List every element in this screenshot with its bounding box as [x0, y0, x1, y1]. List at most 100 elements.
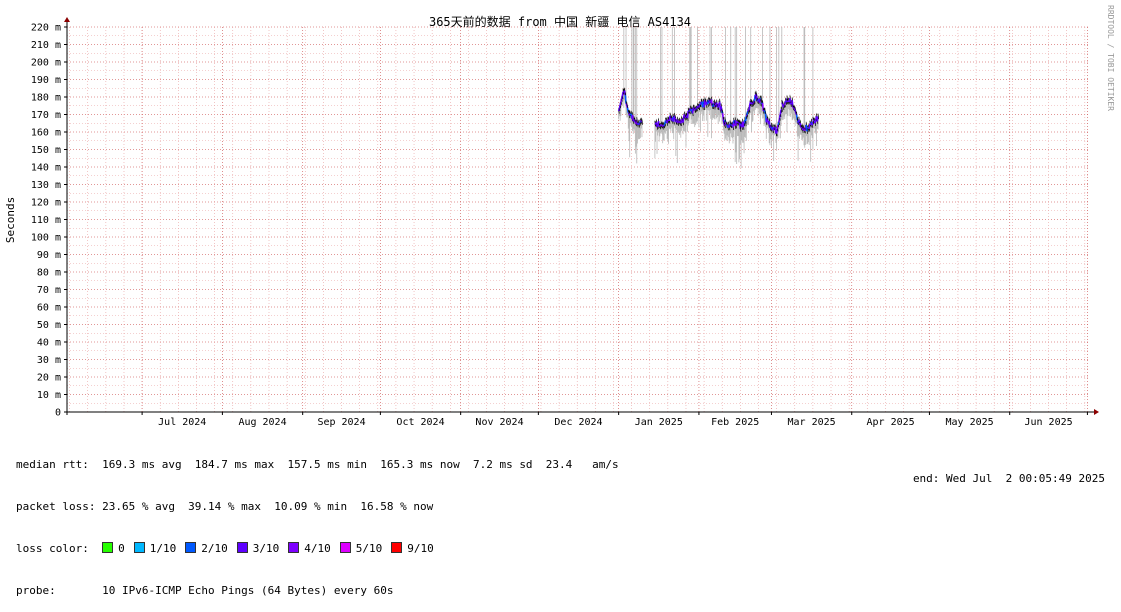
grid — [67, 27, 1090, 412]
y-tick-label: 130 m — [31, 180, 61, 191]
x-tick-label: Mar 2025 — [788, 417, 836, 428]
loss-color-item: 3/10 — [237, 542, 280, 555]
loss-color-items: 0 1/10 2/10 3/10 4/10 5/10 9/10 — [102, 542, 443, 555]
y-tick-label: 110 m — [31, 215, 61, 226]
x-tick-label: May 2025 — [945, 417, 993, 428]
loss-color-swatch — [102, 542, 113, 553]
median-rtt-segment — [807, 129, 808, 131]
median-rtt-segment — [714, 102, 715, 103]
y-tick-label: 70 m — [37, 285, 61, 296]
loss-color-swatch-label: 4/10 — [304, 542, 331, 555]
median-rtt-segment — [777, 129, 778, 134]
loss-color-swatch-label: 5/10 — [356, 542, 383, 555]
median-rtt-segment — [695, 109, 696, 110]
y-tick-label: 140 m — [31, 163, 61, 174]
median-rtt-segment — [760, 99, 761, 103]
median-rtt-segment — [622, 96, 623, 99]
y-tick-label: 220 m — [31, 23, 61, 34]
loss-color-swatch — [237, 542, 248, 553]
y-tick-label: 150 m — [31, 145, 61, 156]
median-rtt-segment — [805, 128, 806, 131]
y-tick-label: 160 m — [31, 128, 61, 139]
y-tick-label: 100 m — [31, 233, 61, 244]
loss-color-swatch-label: 1/10 — [150, 542, 177, 555]
y-tick-label: 210 m — [31, 40, 61, 51]
median-rtt-segment — [678, 122, 679, 123]
loss-color-swatch — [134, 542, 145, 553]
median-rtt-segment — [761, 103, 762, 104]
y-tick-label: 60 m — [37, 303, 61, 314]
loss-color-legend: loss color: 01/102/103/104/105/109/10 — [16, 542, 619, 556]
median-rtt-segment — [812, 122, 813, 125]
loss-color-swatch — [288, 542, 299, 553]
median-rtt-segment — [687, 111, 688, 118]
axes — [64, 17, 1099, 415]
probe-info: probe: 10 IPv6-ICMP Echo Pings (64 Bytes… — [16, 584, 619, 598]
chart-footer: median rtt: 169.3 ms avg 184.7 ms max 15… — [16, 430, 619, 612]
x-axis-arrow — [1094, 409, 1099, 415]
loss-color-swatch — [185, 542, 196, 553]
y-tick-label: 170 m — [31, 110, 61, 121]
median-rtt-segment — [748, 110, 749, 111]
x-tick-label: Dec 2024 — [554, 417, 602, 428]
loss-color-item: 2/10 — [185, 542, 228, 555]
y-tick-label: 20 m — [37, 373, 61, 384]
loss-color-item: 1/10 — [134, 542, 177, 555]
median-rtt-segment — [639, 123, 640, 125]
x-tick-label: Oct 2024 — [396, 417, 444, 428]
median-rtt-segment — [754, 101, 755, 102]
median-rtt-segment — [665, 121, 666, 124]
median-rtt-segment — [779, 118, 780, 122]
median-rtt-segment — [640, 121, 641, 122]
y-tick-label: 90 m — [37, 250, 61, 261]
median-rtt-segment — [622, 92, 623, 97]
y-tick-labels: 010 m20 m30 m40 m50 m60 m70 m80 m90 m100… — [31, 23, 61, 419]
median-rtt-segment — [660, 126, 661, 127]
median-rtt-segment — [619, 106, 620, 109]
median-rtt-segment — [693, 108, 694, 114]
median-rtt-segment — [695, 109, 696, 110]
median-rtt-segment — [683, 116, 684, 122]
median-rtt-segment — [715, 104, 716, 105]
y-tick-label: 120 m — [31, 198, 61, 209]
x-tick-label: Jun 2025 — [1024, 417, 1072, 428]
median-rtt-segment — [747, 111, 748, 114]
x-tick-label: Jul 2024 — [158, 417, 206, 428]
x-tick-labels: Jul 2024Aug 2024Sep 2024Oct 2024Nov 2024… — [158, 417, 1072, 428]
median-rtt-segment — [714, 105, 715, 107]
median-rtt-segment — [736, 123, 737, 126]
median-rtt-segment — [713, 104, 714, 107]
median-rtt-segment — [749, 103, 750, 109]
loss-color-swatch-label: 0 — [118, 542, 125, 555]
loss-color-swatch-label: 2/10 — [201, 542, 228, 555]
x-tick-label: Apr 2025 — [866, 417, 914, 428]
loss-color-item: 4/10 — [288, 542, 331, 555]
loss-color-swatch — [391, 542, 402, 553]
end-timestamp: end: Wed Jul 2 00:05:49 2025 — [913, 472, 1105, 485]
median-rtt-segment — [817, 116, 818, 121]
median-rtt-segment — [781, 109, 782, 110]
median-rtt-segment — [780, 110, 781, 114]
y-tick-label: 180 m — [31, 93, 61, 104]
y-tick-label: 50 m — [37, 320, 61, 331]
median-rtt-segment — [753, 102, 754, 103]
median-rtt-segment — [700, 102, 701, 105]
x-tick-label: Feb 2025 — [711, 417, 759, 428]
loss-color-item: 5/10 — [340, 542, 383, 555]
y-axis-label: Seconds — [4, 197, 17, 243]
loss-color-item: 9/10 — [391, 542, 434, 555]
median-rtt-segment — [778, 122, 779, 124]
loss-color-item: 0 — [102, 542, 125, 555]
loss-color-swatch-label: 9/10 — [407, 542, 434, 555]
smokeping-chart: 365天前的数据 from 中国 新疆 电信 AS4134 Seconds RR… — [0, 0, 1121, 494]
x-tick-label: Nov 2024 — [475, 417, 523, 428]
y-tick-label: 40 m — [37, 338, 61, 349]
loss-color-swatch-label: 3/10 — [253, 542, 280, 555]
median-rtt-segment — [784, 105, 785, 106]
median-rtt-segment — [746, 116, 747, 121]
smoke-band — [619, 27, 818, 168]
rrdtool-watermark: RRDTOOL / TOBI OETIKER — [1106, 5, 1115, 111]
median-rtt-segment — [752, 103, 753, 104]
y-tick-label: 30 m — [37, 355, 61, 366]
median-rtt-segment — [743, 123, 744, 127]
